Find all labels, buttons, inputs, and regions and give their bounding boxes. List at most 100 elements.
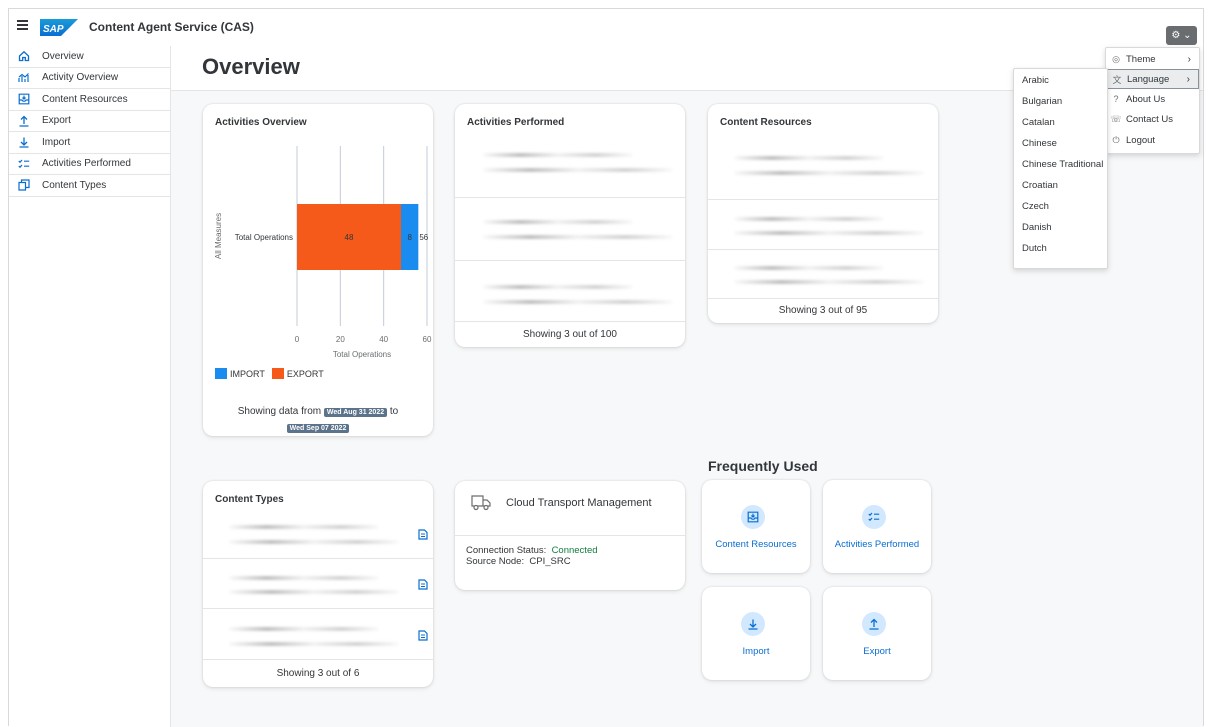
list-item[interactable]	[708, 249, 938, 300]
chevron-right-icon: ›	[1186, 73, 1190, 85]
menu-item-about-us[interactable]: ? About Us	[1106, 89, 1199, 109]
source-node-label: Source Node:	[466, 556, 525, 567]
sidebar-item-label: Import	[42, 136, 71, 148]
sidebar-item-import[interactable]: Import	[9, 132, 170, 154]
activities-performed-card[interactable]: Activities Performed Showing 3 out of 10…	[455, 104, 685, 347]
legend-label-export: EXPORT	[286, 368, 324, 379]
settings-button[interactable]: ⚙ ⌄	[1166, 26, 1197, 45]
card-title: Content Types	[215, 494, 284, 505]
list-item[interactable]	[455, 138, 685, 197]
x-tick-label: 20	[336, 335, 345, 344]
language-item[interactable]: Danish	[1014, 217, 1107, 238]
truck-icon	[471, 495, 491, 511]
list-item[interactable]	[708, 138, 938, 199]
menu-icon[interactable]	[17, 20, 28, 30]
menu-item-contact-us[interactable]: ☏ Contact Us	[1106, 109, 1199, 129]
menu-item-label: Theme	[1126, 53, 1156, 65]
content-resources-card[interactable]: Content Resources Showing 3 out of 95	[708, 104, 938, 323]
sidebar-item-activities-performed[interactable]: Activities Performed	[9, 154, 170, 175]
sidebar-item-content-types[interactable]: Content Types	[9, 175, 170, 197]
activities-overview-chart: 0 20 40 60 Total Operations All Measures Total…	[214, 146, 432, 359]
card-title: Content Resources	[720, 117, 812, 128]
chevron-down-icon: ⌄	[1183, 30, 1192, 41]
inbox-download-icon	[18, 93, 30, 105]
menu-item-theme[interactable]: ◎ Theme ›	[1106, 49, 1199, 69]
list-item[interactable]	[203, 511, 433, 558]
list-item[interactable]	[455, 197, 685, 261]
legend-label-import: IMPORT	[230, 368, 265, 379]
language-item[interactable]: Chinese Traditional	[1014, 154, 1107, 175]
download-icon	[741, 612, 765, 636]
home-icon	[18, 50, 30, 62]
menu-item-logout[interactable]: ⏻ Logout	[1106, 130, 1199, 150]
sidebar-item-overview[interactable]: Overview	[9, 46, 170, 68]
app-title: Content Agent Service (CAS)	[89, 20, 254, 34]
sidebar-item-label: Activities Performed	[42, 158, 131, 170]
document-icon[interactable]	[418, 579, 428, 590]
cloud-transport-card[interactable]: Cloud Transport Management Connection St…	[455, 481, 685, 590]
bar-value-label: 48	[345, 233, 354, 242]
card-footer: Showing 3 out of 100	[455, 321, 685, 347]
checklist-icon	[18, 158, 30, 170]
card-footer: Showing 3 out of 95	[708, 298, 938, 323]
sidebar-item-label: Content Types	[42, 179, 107, 191]
language-item[interactable]: Czech	[1014, 196, 1107, 217]
download-icon	[18, 136, 30, 148]
sidebar-item-label: Export	[42, 115, 71, 127]
palette-icon: ◎	[1112, 53, 1120, 64]
sidebar-item-export[interactable]: Export	[9, 111, 170, 132]
tile-export[interactable]: Export	[823, 587, 931, 680]
checklist-icon	[862, 505, 886, 529]
card-title: Cloud Transport Management	[506, 497, 652, 509]
list-item[interactable]	[203, 608, 433, 661]
tile-activities-performed[interactable]: Activities Performed	[823, 480, 931, 573]
x-axis-label: Total Operations	[333, 350, 391, 359]
power-icon: ⏻	[1112, 134, 1120, 145]
language-item[interactable]: Arabic	[1014, 70, 1107, 91]
date-to-word: to	[389, 406, 399, 417]
content-types-card[interactable]: Content Types Showing 3 out of 6	[203, 481, 433, 687]
list-item[interactable]	[203, 558, 433, 609]
date-to-badge: Wed Sep 07 2022	[286, 424, 350, 433]
question-icon: ?	[1113, 94, 1119, 104]
copy-icon	[18, 179, 30, 191]
menu-item-label: About Us	[1126, 93, 1166, 105]
app-window: SAP Content Agent Service (CAS) ⚙ ⌄ Over…	[8, 8, 1204, 727]
contact-icon: ☏	[1110, 113, 1122, 124]
language-icon: 文	[1112, 74, 1122, 85]
shell-bar: SAP Content Agent Service (CAS) ⚙ ⌄	[9, 9, 1203, 47]
date-from-badge: Wed Aug 31 2022	[323, 408, 388, 417]
language-item[interactable]: Dutch	[1014, 238, 1107, 259]
tile-label: Activities Performed	[834, 539, 920, 550]
sidebar-item-activity-overview[interactable]: Activity Overview	[9, 68, 170, 89]
source-node-value: CPI_SRC	[529, 556, 571, 567]
svg-text:SAP: SAP	[43, 24, 64, 35]
tile-label: Import	[742, 646, 770, 657]
upload-icon	[18, 115, 30, 127]
chart-legend: IMPORT EXPORT	[215, 368, 324, 379]
y-axis-label: All Measures	[214, 213, 223, 259]
menu-item-language[interactable]: 文 Language ›	[1106, 69, 1199, 89]
legend-swatch-import	[215, 368, 227, 379]
language-item[interactable]: Bulgarian	[1014, 91, 1107, 112]
list-item[interactable]	[455, 260, 685, 323]
tile-content-resources[interactable]: Content Resources	[702, 480, 810, 573]
menu-item-label: Contact Us	[1126, 113, 1173, 125]
document-icon[interactable]	[418, 529, 428, 540]
tile-import[interactable]: Import	[702, 587, 810, 680]
language-item[interactable]: Chinese	[1014, 133, 1107, 154]
sidebar-item-label: Overview	[42, 50, 84, 62]
sidebar-item-content-resources[interactable]: Content Resources	[9, 89, 170, 111]
menu-item-label: Logout	[1126, 134, 1156, 146]
chevron-right-icon: ›	[1187, 53, 1191, 65]
date-prefix: Showing data from	[237, 406, 322, 417]
list-item[interactable]	[708, 199, 938, 250]
document-icon[interactable]	[418, 630, 428, 641]
sidebar-item-label: Content Resources	[42, 93, 128, 105]
category-label: Total Operations	[235, 233, 293, 242]
activities-overview-card[interactable]: Activities Overview 0 20 40 60 Total Operati…	[203, 104, 433, 436]
x-tick-label: 60	[423, 335, 432, 344]
language-item[interactable]: Catalan	[1014, 112, 1107, 133]
x-tick-label: 40	[379, 335, 388, 344]
language-item[interactable]: Croatian	[1014, 175, 1107, 196]
